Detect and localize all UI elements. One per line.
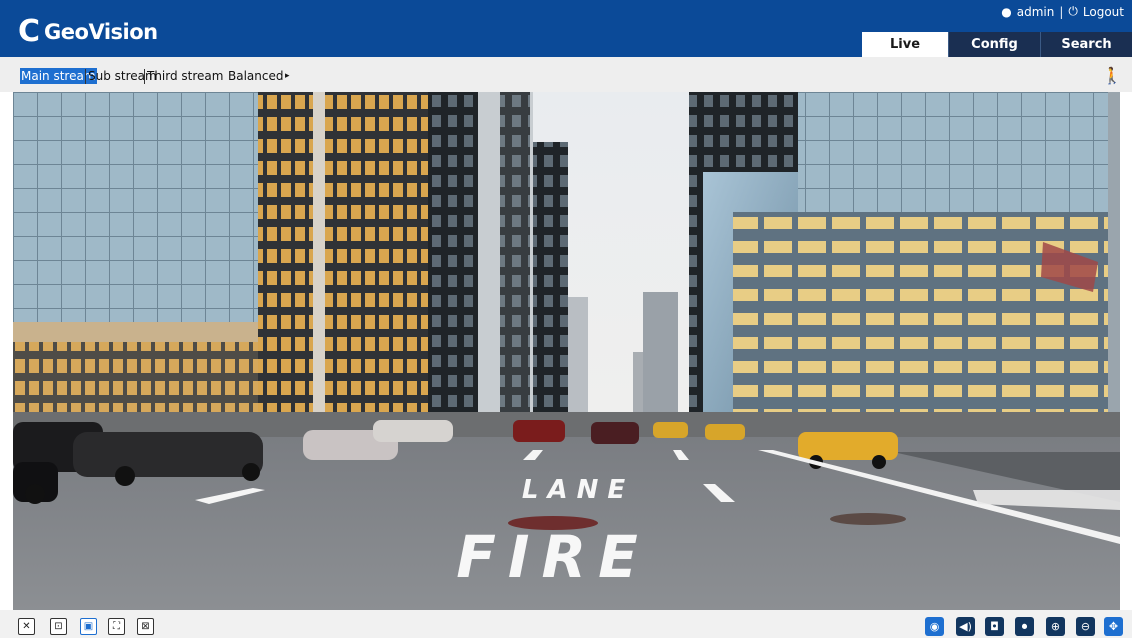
street-scene-image: LANE FIRE [13,92,1120,610]
snapshot-icon[interactable]: ◘ [985,617,1004,636]
stream-divider [85,69,86,84]
tab-search[interactable]: Search [1040,32,1132,57]
tab-live[interactable]: Live [862,32,948,57]
username[interactable]: admin [1017,5,1055,19]
main-tabs: Live Config Search [862,32,1132,57]
stream-toolbar: Main stream Sub stream Third stream Bala… [0,57,1132,92]
fullscreen-icon[interactable]: ⛶ [108,618,125,635]
logout-link[interactable]: Logout [1083,5,1124,19]
person-walking-icon[interactable]: 🚶 [1102,66,1122,85]
user-icon: ● [1001,4,1012,19]
stream-divider [144,69,145,84]
zoom-out-icon[interactable]: ⊖ [1076,617,1095,636]
window-icon[interactable]: ▣ [80,618,97,635]
zoom-in-icon[interactable]: ⊕ [1046,617,1065,636]
road-word-fire: FIRE [456,523,649,591]
audio-icon[interactable]: ◀) [956,617,975,636]
tab-config[interactable]: Config [948,32,1040,57]
power-icon[interactable]: ⏻ [1068,4,1078,19]
top-header: C GeoVision ● admin | ⏻ Logout Live Conf… [0,0,1132,57]
eye-icon[interactable]: ◉ [925,617,944,636]
third-stream-button[interactable]: Third stream [147,68,223,84]
live-video-view[interactable]: LANE FIRE [13,92,1120,610]
road-word-lane: LANE [522,475,634,505]
close-view-icon[interactable]: ✕ [18,618,35,635]
geovision-logo: C GeoVision [18,14,158,49]
quality-arrow-icon[interactable]: ▸ [285,68,290,84]
quality-selector[interactable]: Balanced [228,68,283,84]
record-icon[interactable]: ⏺ [1015,617,1034,636]
logo-mark: C [18,14,41,49]
user-area: ● admin | ⏻ Logout [1001,4,1124,19]
fit-view-icon[interactable]: ⊡ [50,618,67,635]
user-separator: | [1059,4,1064,19]
logo-wordmark: GeoVision [44,20,158,44]
ptz-icon[interactable]: ✥ [1104,617,1123,636]
zoom-region-icon[interactable]: ⊠ [137,618,154,635]
